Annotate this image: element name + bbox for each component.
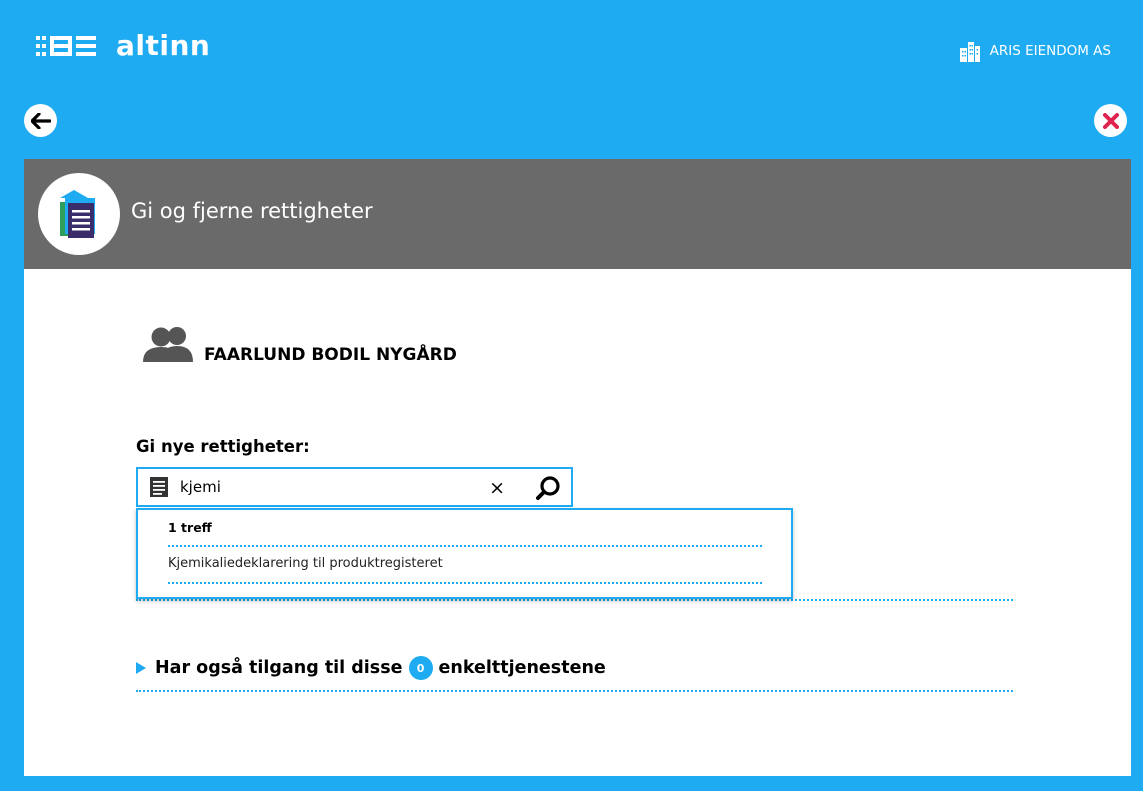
result-count: 1 treff	[168, 520, 212, 535]
search-icon[interactable]	[535, 475, 561, 501]
search-result-item[interactable]: Kjemikaliedeklarering til produktregiste…	[168, 556, 443, 571]
organization-selector[interactable]: ARIS EIENDOM AS	[959, 40, 1111, 62]
person-heading: FAARLUND BODIL NYGÅRD	[141, 326, 457, 365]
modal-title: Gi og fjerne rettigheter	[131, 199, 373, 223]
modal-header: Gi og fjerne rettigheter	[24, 159, 1131, 269]
search-input[interactable]	[180, 478, 470, 496]
rights-modal: Gi og fjerne rettigheter FAARLUND BODIL …	[24, 159, 1131, 776]
close-icon	[1102, 112, 1119, 129]
altinn-logo-icon	[36, 36, 96, 56]
divider	[168, 582, 762, 584]
building-icon	[959, 42, 980, 62]
service-count-badge: 0	[408, 656, 433, 680]
documents-icon-badge	[38, 173, 120, 255]
expand-triangle-icon	[136, 662, 146, 674]
clear-search-button[interactable]: ×	[489, 477, 505, 499]
expand-text-before: Har også tilgang til disse	[155, 658, 403, 678]
organization-name: ARIS EIENDOM AS	[989, 43, 1111, 59]
document-icon	[150, 477, 168, 497]
altinn-logo[interactable]: altinn	[36, 30, 210, 62]
divider	[136, 690, 1013, 692]
section-label: Gi nye rettigheter:	[136, 437, 310, 456]
rights-search[interactable]: ×	[136, 467, 573, 507]
back-button[interactable]	[24, 104, 57, 137]
documents-icon	[60, 190, 95, 238]
users-icon	[143, 327, 193, 362]
search-results-dropdown: 1 treff Kjemikaliedeklarering til produk…	[136, 508, 793, 599]
arrow-left-icon	[30, 112, 51, 129]
divider	[168, 545, 762, 547]
existing-services-toggle[interactable]: Har også tilgang til disse 0 enkelttjene…	[136, 656, 606, 680]
close-button[interactable]	[1094, 104, 1127, 137]
person-name: FAARLUND BODIL NYGÅRD	[204, 345, 457, 365]
divider	[136, 599, 1013, 601]
expand-text-after: enkelttjenestene	[438, 658, 606, 678]
logo-wordmark: altinn	[116, 29, 211, 62]
